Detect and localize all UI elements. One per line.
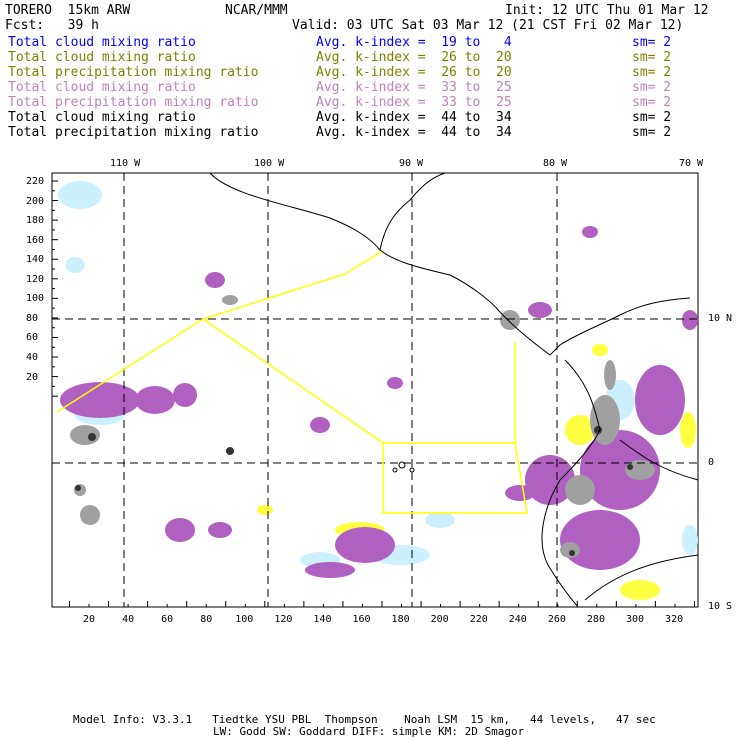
x-tick-label: 260 — [547, 614, 566, 625]
latitude-label: 0 — [708, 457, 715, 468]
y-tick-label: 180 — [26, 215, 45, 227]
y-tick-label: 160 — [26, 234, 45, 246]
y-tick-label: 140 — [26, 254, 45, 266]
x-tick-label: 300 — [625, 614, 645, 625]
longitude-label: 110 W — [110, 158, 141, 169]
longitude-label: 70 W — [679, 158, 704, 169]
x-tick-label: 180 — [391, 614, 410, 625]
longitude-label: 100 W — [254, 158, 285, 169]
x-tick-label: 240 — [508, 614, 527, 625]
y-tick-label: 100 — [26, 293, 45, 305]
x-tick-label: 200 — [430, 614, 449, 625]
x-tick-label: 160 — [352, 614, 371, 625]
map-canvas — [51, 172, 699, 608]
model-info-line2: LW: Godd SW: Goddard DIFF: simple KM: 2D… — [213, 725, 525, 738]
x-tick-label: 320 — [665, 614, 684, 625]
longitude-label: 90 W — [399, 158, 424, 169]
latitude-label: 10 S — [708, 601, 733, 612]
y-tick-label: 120 — [26, 273, 45, 285]
x-tick-label: 220 — [469, 614, 488, 625]
y-tick-label: 80 — [26, 312, 39, 324]
y-tick-label: 40 — [26, 351, 39, 363]
y-tick-label: 200 — [26, 195, 45, 207]
latitude-label: 10 N — [708, 313, 733, 324]
x-tick-label: 80 — [200, 614, 213, 625]
y-tick-label: 20 — [26, 371, 39, 383]
x-tick-label: 280 — [586, 614, 605, 625]
y-tick-label: 220 — [26, 176, 45, 187]
x-tick-label: 60 — [161, 614, 174, 625]
x-tick-label: 120 — [274, 614, 293, 625]
y-tick-label: 60 — [26, 332, 39, 344]
x-tick-label: 20 — [83, 614, 96, 625]
weather-map-page: TORERO 15km ARW NCAR/MMM Init: 12 UTC Th… — [0, 0, 740, 740]
longitude-label: 80 W — [543, 158, 568, 169]
x-tick-label: 40 — [122, 614, 135, 625]
x-tick-label: 100 — [235, 614, 254, 625]
x-tick-label: 140 — [313, 614, 332, 625]
